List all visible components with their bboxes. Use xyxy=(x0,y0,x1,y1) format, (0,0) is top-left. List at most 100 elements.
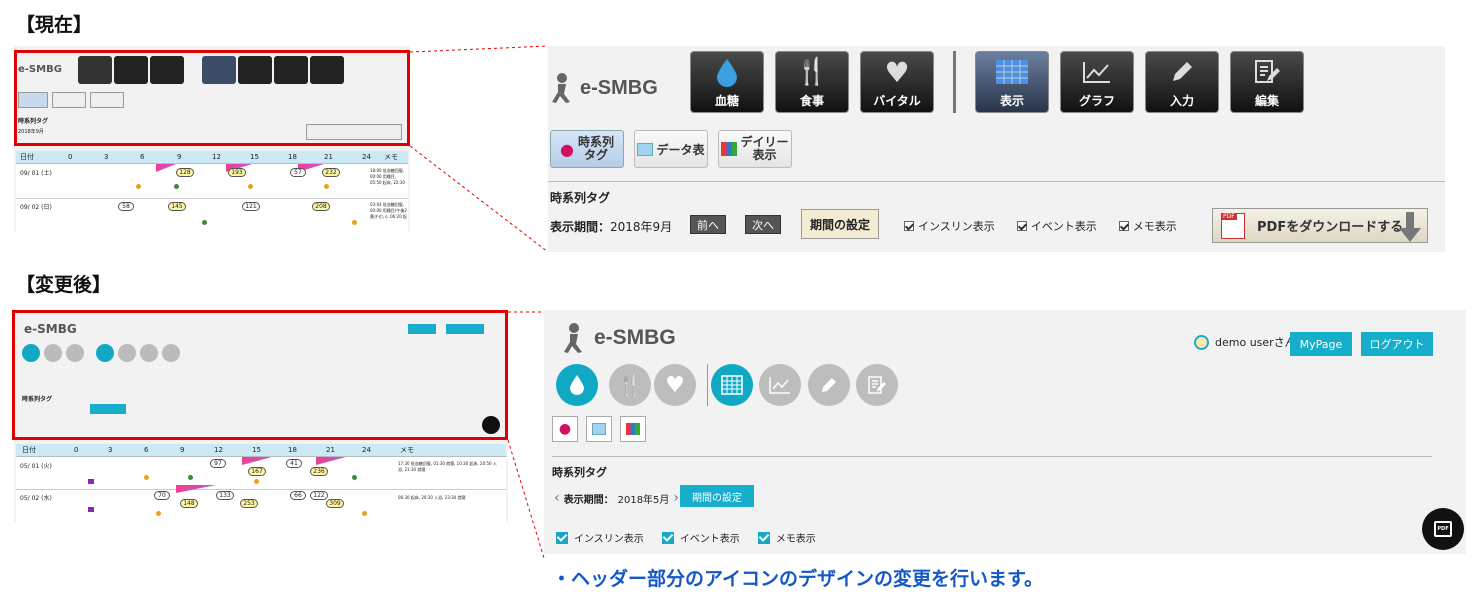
chevron-left-icon[interactable]: ‹ xyxy=(554,490,560,506)
grid-date: 05/ 01 (火) xyxy=(20,463,52,470)
pencil-icon xyxy=(822,378,836,392)
grid-head-cell: メモ xyxy=(400,446,414,454)
glucose-bubble: 41 xyxy=(286,459,302,468)
checkbox-icon xyxy=(661,531,674,544)
new-icon-input[interactable] xyxy=(808,364,850,406)
new-check-memo[interactable]: メモ表示 xyxy=(757,530,816,545)
new-subtab-datatable[interactable] xyxy=(586,416,612,442)
new-icon-graph[interactable] xyxy=(759,364,801,406)
grid-head-cell: 日付 xyxy=(22,446,36,454)
edit-document-icon xyxy=(868,376,886,394)
old-icon-glucose[interactable]: 血糖 xyxy=(690,51,764,113)
event-dot xyxy=(144,475,149,480)
section-divider xyxy=(548,181,1445,182)
old-subtab-timeline[interactable]: ● 時系列 タグ xyxy=(550,130,624,168)
new-subtab-timeline[interactable]: ● xyxy=(552,416,578,442)
old-subtab-datatable[interactable]: データ表 xyxy=(634,130,708,168)
drop-pair-icon: ● xyxy=(560,139,574,159)
glucose-bubble: 236 xyxy=(310,467,328,476)
table-icon xyxy=(592,423,606,435)
chevron-right-icon[interactable]: › xyxy=(673,490,679,506)
event-dot xyxy=(362,511,367,516)
icon-divider xyxy=(953,51,956,113)
old-pdf-download-button[interactable]: PDF PDFをダウンロードする xyxy=(1212,208,1428,243)
pdf-label: PDFをダウンロードする xyxy=(1257,220,1404,235)
checkbox-icon xyxy=(757,531,770,544)
grid-head-cell: 21 xyxy=(326,446,335,454)
drop-pair-icon: ● xyxy=(558,421,572,437)
new-section-title: 時系列タグ xyxy=(552,466,607,479)
new-highlight-box xyxy=(12,310,508,440)
new-check-insulin[interactable]: インスリン表示 xyxy=(556,530,644,545)
old-period: 表示期間： 2018年9月 xyxy=(550,218,672,235)
old-subtab-label: データ表 xyxy=(656,142,705,157)
grid-head-cell: 6 xyxy=(144,446,149,454)
old-header-panel: e-SMBG 血糖 🍴 食事 ♥ バイタル 表示 グラフ 入力 編集 ● 時系列… xyxy=(548,46,1445,252)
glucose-bubble: 133 xyxy=(216,491,234,500)
old-icon-vital[interactable]: ♥ バイタル xyxy=(860,51,934,113)
new-icon-edit[interactable] xyxy=(856,364,898,406)
new-brand[interactable]: e-SMBG xyxy=(560,322,676,354)
new-icon-meal[interactable]: 🍴 xyxy=(609,364,651,406)
grid-head-cell: 12 xyxy=(214,446,223,454)
period-label: 表示期間： xyxy=(563,494,614,506)
event-dot xyxy=(254,479,259,484)
new-icon-vital[interactable]: ♥ xyxy=(654,364,696,406)
insulin-mark xyxy=(316,457,346,465)
event-dot xyxy=(156,511,161,516)
check-label: イベント表示 xyxy=(1030,220,1097,233)
checkbox-icon xyxy=(556,531,568,544)
fork-knife-icon: 🍴 xyxy=(617,373,643,397)
old-check-event[interactable]: イベント表示 xyxy=(1016,218,1097,234)
old-icon-label: バイタル xyxy=(873,94,921,108)
old-subtab-label: デイリー 表示 xyxy=(740,135,789,162)
period-value: 2018年5月 xyxy=(617,494,670,506)
logout-button[interactable]: ログアウト xyxy=(1361,332,1433,356)
event-dot xyxy=(188,475,193,480)
grid-table-icon xyxy=(996,60,1028,84)
event-square xyxy=(88,479,94,484)
old-icon-input[interactable]: 入力 xyxy=(1145,51,1219,113)
old-icon-display[interactable]: 表示 xyxy=(975,51,1049,113)
new-subtab-daily[interactable] xyxy=(620,416,646,442)
event-dot xyxy=(352,475,357,480)
old-icon-label: 編集 xyxy=(1254,94,1279,108)
checkbox-icon xyxy=(1016,221,1027,231)
period-label: 表示期間： xyxy=(550,220,611,234)
old-icon-graph[interactable]: グラフ xyxy=(1060,51,1134,113)
period-value: 2018年9月 xyxy=(610,220,673,234)
user-name: demo userさん xyxy=(1215,336,1296,349)
glucose-bubble: 148 xyxy=(180,499,198,508)
new-header-panel: e-SMBG demo userさん MyPage ログアウト 🍴 ♥ ● 時系… xyxy=(544,310,1466,554)
grid-head-cell: 18 xyxy=(288,446,297,454)
old-brand[interactable]: e-SMBG xyxy=(548,72,658,104)
new-icon-glucose[interactable] xyxy=(556,364,598,406)
pdf-file-icon: PDF xyxy=(1221,212,1245,239)
glucose-bubble: 97 xyxy=(210,459,226,468)
grid-head-cell: 15 xyxy=(252,446,261,454)
old-icon-meal[interactable]: 🍴 食事 xyxy=(775,51,849,113)
old-set-period-button[interactable]: 期間の設定 xyxy=(801,209,879,239)
glucose-bubble: 167 xyxy=(248,467,266,476)
pdf-fab-button[interactable]: PDF xyxy=(1422,508,1464,550)
drop-icon xyxy=(570,375,584,395)
heart-icon: ♥ xyxy=(665,372,685,398)
old-next-button[interactable]: 次へ xyxy=(745,215,781,234)
grid-head-cell: 3 xyxy=(108,446,113,454)
old-icon-label: 食事 xyxy=(799,94,824,108)
old-prev-button[interactable]: 前へ xyxy=(690,215,726,234)
table-icon xyxy=(637,142,654,156)
new-set-period-button[interactable]: 期間の設定 xyxy=(680,485,754,507)
old-check-memo[interactable]: メモ表示 xyxy=(1118,218,1177,234)
old-icon-label: 入力 xyxy=(1169,94,1194,108)
heart-icon: ♥ xyxy=(884,55,910,89)
old-check-insulin[interactable]: インスリン表示 xyxy=(904,218,995,234)
mypage-button[interactable]: MyPage xyxy=(1290,332,1352,356)
old-icon-edit[interactable]: 編集 xyxy=(1230,51,1304,113)
new-check-event[interactable]: イベント表示 xyxy=(661,530,740,545)
user-info: demo userさん xyxy=(1194,334,1296,350)
insulin-mark xyxy=(242,457,272,465)
new-grid-header: 日付 0 3 6 9 12 15 18 21 24 メモ xyxy=(16,444,506,456)
new-icon-display[interactable] xyxy=(711,364,753,406)
old-subtab-daily[interactable]: デイリー 表示 xyxy=(718,130,792,168)
